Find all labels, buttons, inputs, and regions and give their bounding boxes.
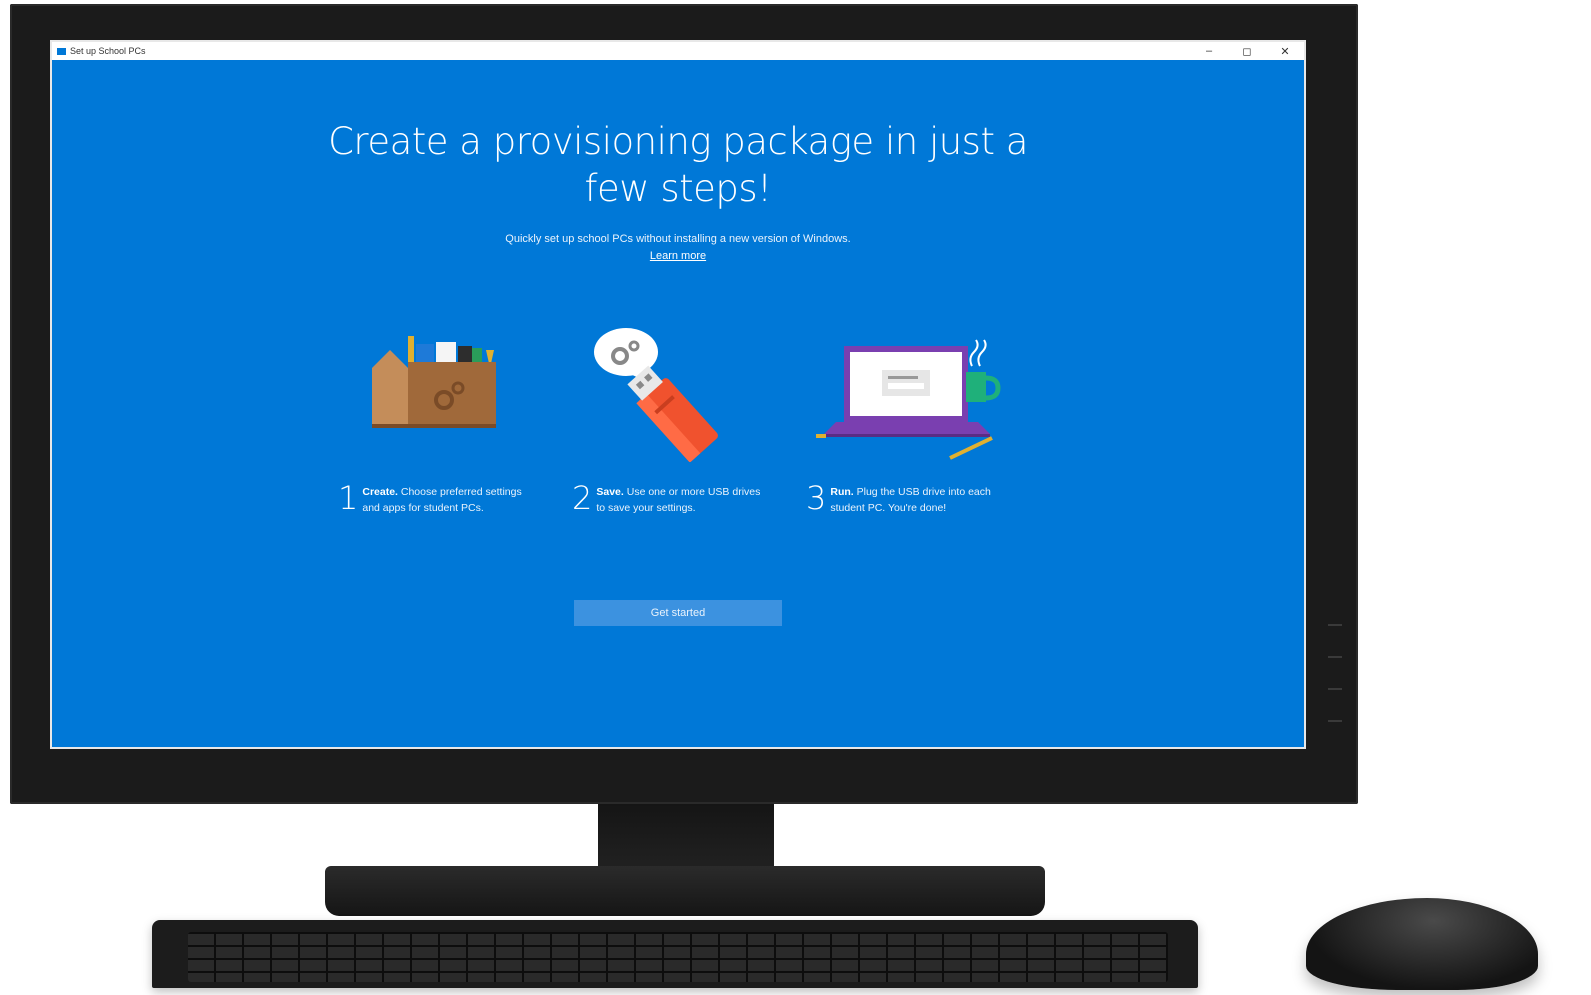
window-title: Set up School PCs (70, 46, 146, 56)
step-text-line-1: Plug the USB drive into each (853, 486, 991, 498)
step-text-line-1: Use one or more USB drives (623, 486, 761, 498)
monitor-side-buttons (1328, 624, 1342, 752)
toolbox-illustration (372, 336, 496, 428)
app-window: Set up School PCs – ◻ ✕ Create a provisi… (50, 40, 1306, 749)
step-description: Create. Choose preferred settings and ap… (362, 484, 521, 516)
step-title: Run. (830, 486, 854, 498)
monitor-stand-base (325, 866, 1045, 916)
usb-drive-illustration (594, 328, 718, 462)
step-number: 2 (572, 479, 593, 517)
page-title-line-2: few steps! (584, 167, 772, 210)
step-title: Save. (596, 486, 624, 498)
minimize-button[interactable]: – (1190, 42, 1228, 60)
step-description: Save. Use one or more USB drives to save… (596, 484, 760, 516)
step-number: 3 (806, 479, 827, 517)
step-text-line-2: and apps for student PCs. (362, 502, 484, 514)
laptop-illustration (816, 339, 1001, 460)
step-text-line-2: to save your settings. (596, 502, 696, 514)
mouse (1306, 898, 1538, 990)
monitor-stand-neck (598, 804, 774, 874)
maximize-button[interactable]: ◻ (1228, 42, 1266, 60)
step-description: Run. Plug the USB drive into each studen… (830, 484, 991, 516)
page-title: Create a provisioning package in just a … (52, 118, 1304, 212)
welcome-page: Create a provisioning package in just a … (52, 60, 1304, 747)
page-subtitle: Quickly set up school PCs without instal… (505, 233, 851, 245)
step-save: 2 Save. Use one or more USB drives to sa… (572, 479, 792, 517)
learn-more-link[interactable]: Learn more (52, 250, 1304, 262)
step-number: 1 (338, 479, 359, 517)
keyboard-keys (188, 932, 1168, 982)
get-started-button[interactable]: Get started (574, 600, 782, 626)
close-button[interactable]: ✕ (1266, 42, 1304, 60)
step-text-line-1: Choose preferred settings (397, 486, 522, 498)
title-bar: Set up School PCs – ◻ ✕ (52, 42, 1304, 60)
step-title: Create. (362, 486, 398, 498)
step-text-line-2: student PC. You're done! (830, 502, 947, 514)
keyboard (152, 920, 1198, 988)
step-create: 1 Create. Choose preferred settings and … (338, 479, 558, 517)
page-title-line-1: Create a provisioning package in just a (328, 120, 1028, 163)
step-run: 3 Run. Plug the USB drive into each stud… (806, 479, 1026, 517)
app-icon (57, 47, 66, 55)
